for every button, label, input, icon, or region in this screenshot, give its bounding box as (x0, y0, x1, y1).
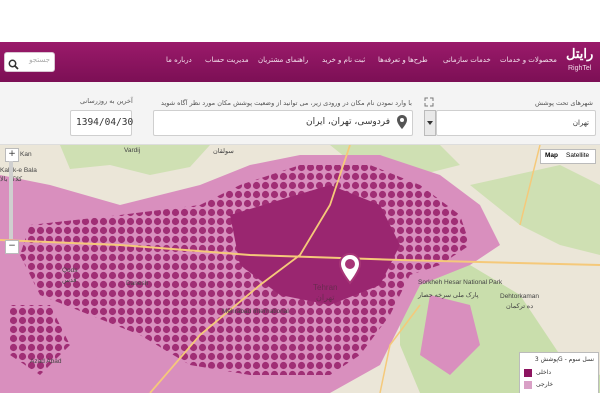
map-label-azad-abad: Azad Abad (30, 358, 62, 365)
legend-title: پوشش 3G - نسل سوم (534, 356, 594, 363)
zoom-out-button[interactable]: − (5, 240, 19, 254)
legend-label-internal: داخلی (536, 369, 552, 376)
search-placeholder: جستجو (29, 56, 50, 64)
coverage-map[interactable]: Kan Vardij سولقان Kalak-e Bala کلاک بالا… (0, 145, 600, 393)
nav-enterprise[interactable]: خدمات سازمانی (443, 56, 491, 64)
city-select[interactable]: تهران (436, 110, 596, 136)
top-strip (0, 0, 600, 42)
cities-label: شهرهای تحت پوشش (535, 99, 593, 107)
legend-swatch-internal (524, 369, 532, 377)
map-label-tehran: Tehran (313, 283, 338, 292)
page-footer-strip (0, 393, 600, 418)
updated-label: آخرین به روزرسانی (80, 97, 133, 105)
map-label-dehtorkaman-fa: ده ترکمان (506, 303, 534, 310)
search-input[interactable]: جستجو (4, 52, 55, 72)
map-type-toggle[interactable]: Map Satellite (540, 149, 596, 164)
city-value: تهران (572, 119, 589, 127)
location-pin-icon (396, 114, 408, 134)
city-dropdown-button[interactable] (424, 110, 436, 136)
nav-about[interactable]: درباره ما (166, 56, 192, 64)
map-label-sorkheh-hesar: Sorkheh Hesar National Park (418, 279, 503, 286)
nav-customer-guide[interactable]: راهنمای مشتریان (258, 56, 308, 64)
map-label-sorkheh-hesar-fa: پارک ملی سرخه حصار (418, 292, 479, 299)
zoom-slider[interactable] (9, 161, 13, 239)
legend-swatch-external (524, 381, 532, 389)
nav-products[interactable]: محصولات و خدمات (500, 56, 557, 64)
nav-register[interactable]: ثبت نام و خرید (322, 56, 365, 64)
map-label-kan: Kan (20, 151, 32, 158)
map-label-tehran-fa: تهران (316, 293, 335, 302)
map-label-qods: Qods (62, 267, 78, 274)
location-value: فردوسی، تهران، ایران (305, 117, 390, 127)
map-type-map[interactable]: Map (545, 152, 558, 159)
zoom-in-button[interactable]: + (5, 148, 19, 162)
updated-date: 1394/04/30 (70, 110, 134, 136)
map-label-danesh: Danesh (126, 280, 149, 287)
nav-account[interactable]: مدیریت حساب (205, 56, 249, 64)
map-label-mehrabad: Mehrabad International (222, 308, 289, 315)
map-label-vardij: Vardij (124, 147, 141, 154)
map-label-solqan: سولقان (213, 148, 234, 155)
coverage-map-graphics (0, 145, 600, 393)
map-type-satellite[interactable]: Satellite (566, 152, 589, 159)
legend-label-external: خارجی (536, 381, 554, 388)
logo[interactable]: رایتل (566, 47, 593, 62)
location-hint: با وارد نمودن نام مکان در ورودی زیر، می … (161, 99, 412, 107)
map-label-dehtorkaman: Dehtorkaman (500, 293, 540, 300)
logo-subtitle: RighTel (568, 65, 592, 72)
updated-value: 1394/04/30 (76, 117, 134, 128)
search-icon[interactable] (8, 55, 19, 74)
location-input[interactable]: فردوسی، تهران، ایران (153, 110, 413, 136)
coverage-legend: پوشش 3G - نسل سوم داخلی خارجی (519, 352, 599, 394)
expand-icon[interactable] (424, 92, 434, 111)
map-label-qods-fa: قدس (62, 277, 77, 284)
nav-plans[interactable]: طرح‌ها و تعرفه‌ها (378, 56, 428, 64)
map-label-kalak: Kalak-e Bala (0, 167, 37, 174)
